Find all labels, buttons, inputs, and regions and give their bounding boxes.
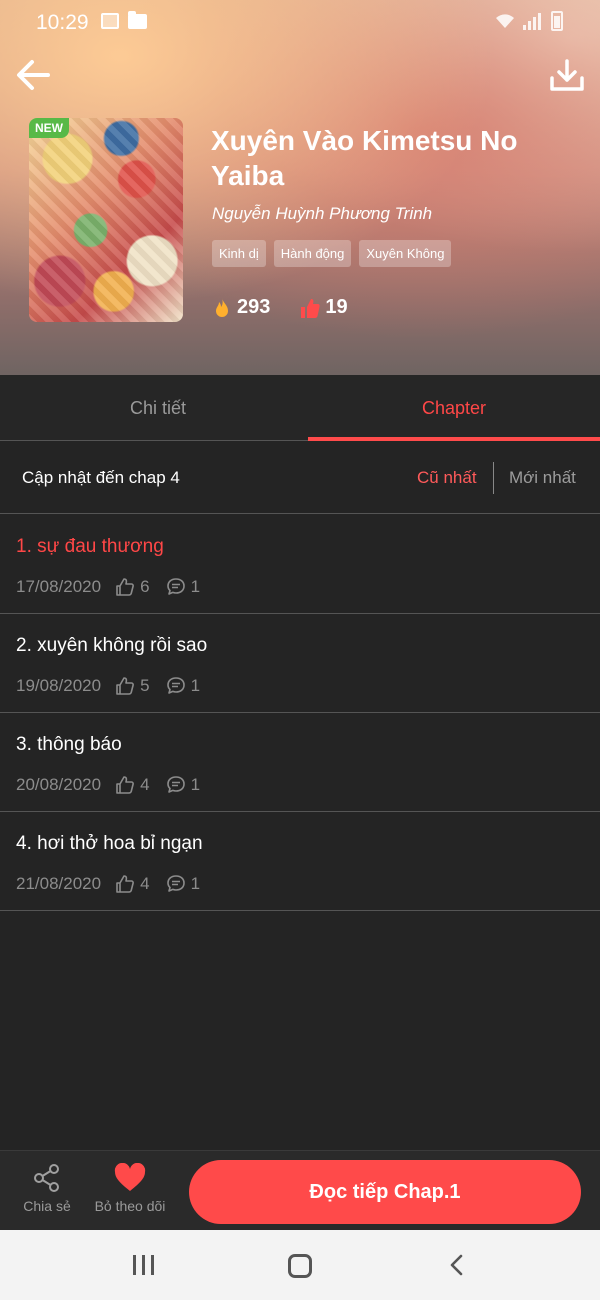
folder-notification-icon	[128, 11, 147, 29]
unfollow-label: Bỏ theo dõi	[94, 1198, 166, 1214]
download-icon[interactable]	[548, 56, 586, 94]
thumbs-up-outline-icon	[116, 776, 135, 794]
image-notification-icon	[101, 13, 119, 29]
nav-back-icon[interactable]	[446, 1254, 468, 1276]
comment-icon	[166, 578, 185, 595]
chapter-date: 21/08/2020	[16, 874, 102, 893]
tab-details[interactable]: Chi tiết	[8, 375, 308, 441]
comment-icon	[166, 677, 185, 694]
chapter-likes: 4	[140, 874, 150, 893]
sort-newest-button[interactable]: Mới nhất	[509, 468, 576, 488]
chapter-meta: 21/08/2020 4 1	[16, 874, 200, 894]
bottom-action-bar: Chia sẻ Bỏ theo dõi Đọc tiếp Chap.1	[0, 1150, 600, 1230]
chapter-meta: 17/08/2020 6 1	[16, 577, 200, 597]
sort-oldest-button[interactable]: Cũ nhất	[417, 468, 477, 488]
chapter-list: 1. sự đau thương 17/08/2020 6 1 2. xuyên…	[0, 515, 600, 911]
genre-tag[interactable]: Hành động	[273, 240, 352, 267]
new-badge: NEW	[29, 118, 69, 138]
genre-tag[interactable]: Xuyên Không	[359, 240, 452, 267]
thumbs-up-outline-icon	[116, 875, 135, 893]
status-bar: 10:29	[0, 0, 600, 44]
tab-chapter[interactable]: Chapter	[308, 375, 600, 441]
recent-apps-icon[interactable]	[133, 1255, 157, 1275]
chapter-likes: 5	[140, 676, 150, 695]
likes-count: 19	[325, 296, 348, 318]
likes-stat: 19	[300, 296, 348, 319]
chapter-item[interactable]: 4. hơi thở hoa bỉ ngạn 21/08/2020 4 1	[0, 812, 600, 911]
thumbs-up-outline-icon	[116, 677, 135, 695]
fire-icon	[216, 297, 228, 317]
back-arrow-icon[interactable]	[14, 56, 52, 94]
chapter-meta: 19/08/2020 5 1	[16, 676, 200, 696]
chapter-sort-row: Cập nhật đến chap 4 Cũ nhất Mới nhất	[0, 442, 600, 514]
status-time: 10:29	[36, 11, 89, 34]
story-stats: 293 19	[212, 296, 348, 319]
chapter-likes: 6	[140, 577, 150, 596]
cover-image	[29, 118, 183, 322]
genre-tags: Kinh dị Hành động Xuyên Không	[212, 240, 452, 267]
chapter-item[interactable]: 1. sự đau thương 17/08/2020 6 1	[0, 515, 600, 614]
signal-icon	[523, 13, 541, 30]
share-button[interactable]: Chia sẻ	[18, 1163, 76, 1214]
chapter-comments: 1	[190, 676, 201, 695]
author-name[interactable]: Nguyễn Huỳnh Phương Trinh	[212, 204, 432, 224]
active-tab-indicator	[308, 437, 600, 441]
chapter-date: 17/08/2020	[16, 577, 102, 596]
story-title: Xuyên Vào Kimetsu No Yaiba	[211, 125, 518, 191]
battery-icon	[551, 11, 563, 31]
thumbs-up-icon	[301, 298, 321, 318]
chapter-title: 4. hơi thở hoa bỉ ngạn	[16, 833, 203, 854]
chapter-item[interactable]: 3. thông báo 20/08/2020 4 1	[0, 713, 600, 812]
android-navigation-bar	[0, 1230, 600, 1300]
chapter-comments: 1	[190, 577, 201, 596]
story-header: 10:29 NEW Xuyên Vào Kimetsu No Yaiba Ngu…	[0, 0, 600, 375]
genre-tag[interactable]: Kinh dị	[212, 240, 266, 267]
comment-icon	[166, 875, 185, 892]
chapter-date: 19/08/2020	[16, 676, 102, 695]
chapter-comments: 1	[190, 775, 201, 794]
chapter-title: 3. thông báo	[16, 734, 122, 755]
views-count: 293	[237, 296, 271, 318]
update-status-text: Cập nhật đến chap 4	[22, 468, 180, 487]
home-icon[interactable]	[288, 1254, 312, 1278]
comment-icon	[166, 776, 185, 793]
chapter-date: 20/08/2020	[16, 775, 102, 794]
share-icon	[34, 1164, 59, 1192]
cover-artwork	[29, 118, 183, 322]
chapter-likes: 4	[140, 775, 150, 794]
chapter-title: 1. sự đau thương	[16, 536, 164, 557]
chapter-title: 2. xuyên không rồi sao	[16, 635, 208, 656]
tab-bar: Chi tiết Chapter	[0, 375, 600, 441]
chapter-meta: 20/08/2020 4 1	[16, 775, 200, 795]
heart-icon	[114, 1163, 146, 1191]
views-stat: 293	[212, 296, 270, 319]
wifi-icon	[496, 14, 514, 28]
sort-divider	[493, 462, 494, 494]
share-label: Chia sẻ	[23, 1198, 71, 1214]
continue-reading-button[interactable]: Đọc tiếp Chap.1	[189, 1160, 581, 1224]
thumbs-up-outline-icon	[116, 578, 135, 596]
chapter-comments: 1	[190, 874, 201, 893]
unfollow-button[interactable]: Bỏ theo dõi	[88, 1163, 172, 1214]
chapter-item[interactable]: 2. xuyên không rồi sao 19/08/2020 5 1	[0, 614, 600, 713]
